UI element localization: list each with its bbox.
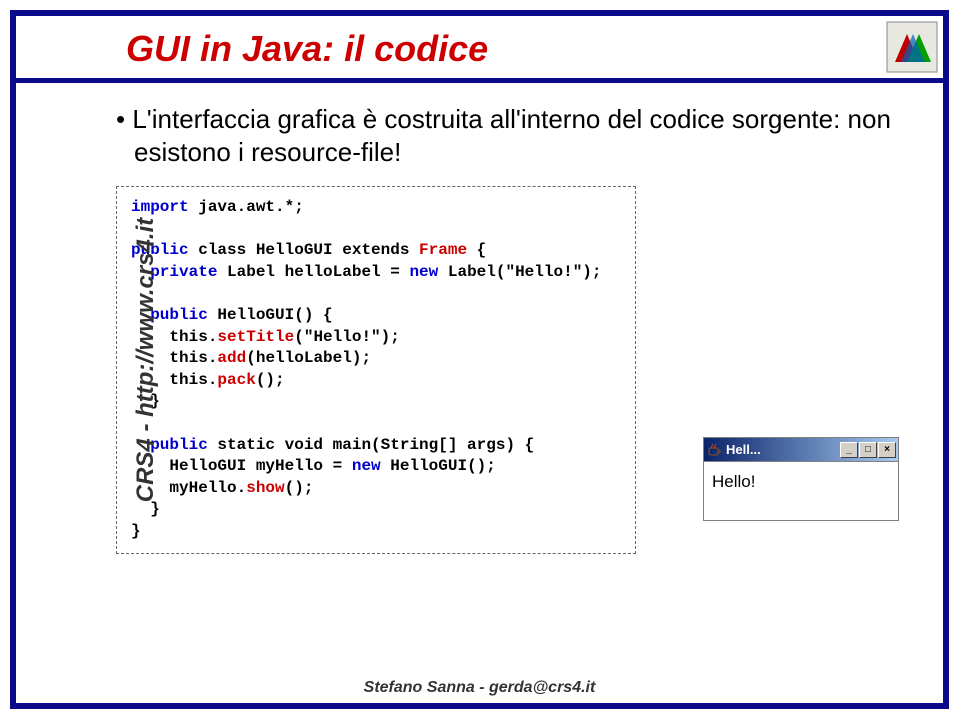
bullet-point: L'interfaccia grafica è costruita all'in… — [116, 103, 923, 168]
code-keyword: new — [352, 457, 381, 475]
code-text: static void main(String[] args) { — [208, 436, 534, 454]
code-text: (); — [256, 371, 285, 389]
code-text: HelloGUI(); — [381, 457, 496, 475]
code-class: Frame — [419, 241, 467, 259]
code-text: { — [467, 241, 486, 259]
minimize-button[interactable]: _ — [840, 442, 858, 458]
code-text: Label("Hello!"); — [438, 263, 601, 281]
code-text: java.awt.*; — [189, 198, 304, 216]
code-block: import java.awt.*; public class HelloGUI… — [116, 186, 636, 554]
window-titlebar[interactable]: Hell... _ □ × — [703, 437, 899, 461]
window-title: Hell... — [726, 442, 840, 457]
maximize-button[interactable]: □ — [859, 442, 877, 458]
code-text: (helloLabel); — [246, 349, 371, 367]
footer-credit: Stefano Sanna - gerda@crs4.it — [16, 679, 943, 697]
code-method: show — [246, 479, 284, 497]
slide-frame: GUI in Java: il codice L'interfaccia gra… — [10, 10, 949, 709]
code-keyword: import — [131, 198, 189, 216]
code-text: HelloGUI myHello = — [131, 457, 352, 475]
code-keyword: new — [409, 263, 438, 281]
close-button[interactable]: × — [878, 442, 896, 458]
code-text: } — [131, 500, 160, 518]
demo-window: Hell... _ □ × Hello! — [703, 437, 899, 521]
window-buttons: _ □ × — [840, 442, 896, 458]
code-method: pack — [217, 371, 255, 389]
java-icon — [706, 442, 722, 458]
code-text: Label helloLabel = — [217, 263, 409, 281]
code-text: ("Hello!"); — [294, 328, 400, 346]
code-text: HelloGUI() { — [208, 306, 333, 324]
title-bar: GUI in Java: il codice — [16, 16, 943, 83]
window-body: Hello! — [703, 461, 899, 521]
slide-title: GUI in Java: il codice — [126, 28, 923, 70]
code-text: (); — [285, 479, 314, 497]
code-method: add — [217, 349, 246, 367]
code-method: setTitle — [217, 328, 294, 346]
sidebar-credit: CRS4 - http://www.crs4.it — [132, 217, 160, 501]
code-text: } — [131, 522, 141, 540]
code-text: class HelloGUI extends — [189, 241, 419, 259]
